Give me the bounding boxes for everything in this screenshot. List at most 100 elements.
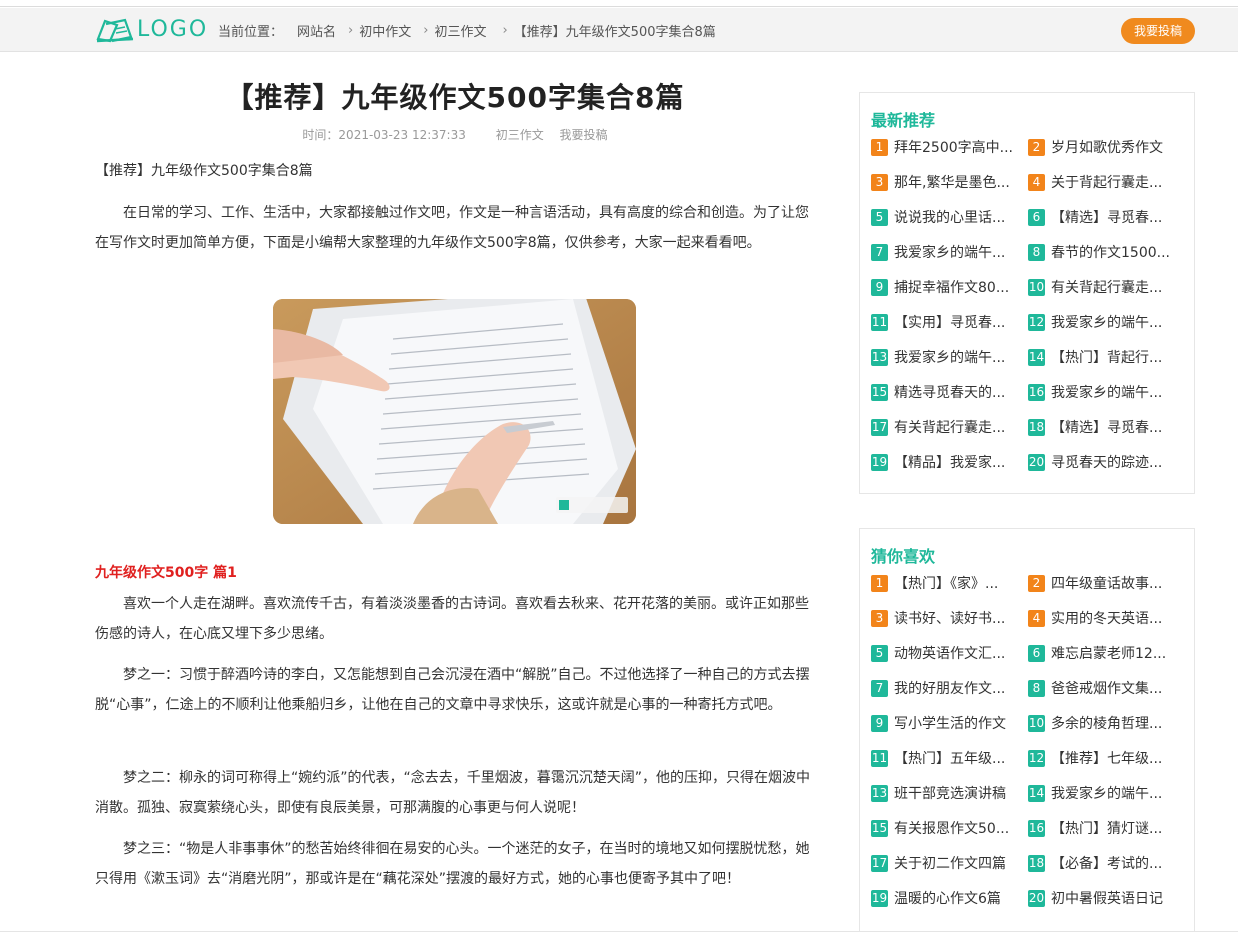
guess-you-like-item[interactable]: 17 关于初二作文四篇 — [871, 853, 1019, 873]
rank-badge: 8 — [1028, 243, 1045, 261]
article-paragraph-1: 喜欢一个人走在湖畔。喜欢流传千古，有着淡淡墨香的古诗词。喜欢看去秋来、花开花落的… — [95, 596, 809, 642]
guess-you-like-item[interactable]: 6 难忘启蒙老师12... — [1028, 643, 1176, 663]
guess-you-like-item-label: 温暖的心作文6篇 — [894, 891, 1001, 907]
rank-badge: 7 — [871, 679, 888, 697]
latest-recommend-item[interactable]: 1 拜年2500字高中... — [871, 137, 1019, 157]
guess-you-like-box: 猜你喜欢 1 【热门】《家》... 2 四年级童话故事... 3 读书好、读好书... 4 实… — [859, 528, 1195, 932]
breadcrumb-grade9-essay[interactable]: 初三作文 — [434, 21, 486, 40]
guess-you-like-item-label: 写小学生活的作文 — [894, 716, 1006, 732]
latest-recommend-item[interactable]: 13 我爱家乡的端午... — [871, 347, 1019, 367]
site-logo[interactable]: LOGO — [95, 16, 208, 44]
latest-recommend-item-label: 捕捉幸福作文80... — [894, 280, 1010, 296]
guess-you-like-item[interactable]: 5 动物英语作文汇... — [871, 643, 1019, 663]
guess-you-like-item[interactable]: 16 【热门】猜灯谜... — [1028, 818, 1176, 838]
latest-recommend-item[interactable]: 3 那年,繁华是墨色... — [871, 172, 1019, 192]
submit-article-button[interactable]: 我要投稿 — [1121, 18, 1195, 44]
guess-you-like-item[interactable]: 1 【热门】《家》... — [871, 573, 1019, 593]
rank-badge: 16 — [1028, 819, 1045, 837]
latest-recommend-item[interactable]: 10 有关背起行囊走... — [1028, 277, 1176, 297]
rank-badge: 5 — [871, 208, 888, 226]
section-title: 九年级作文500字 篇1 — [95, 565, 237, 581]
latest-recommend-item-label: 我爱家乡的端午... — [894, 350, 1006, 366]
breadcrumb-label: 当前位置： — [218, 25, 284, 40]
rank-badge: 17 — [871, 854, 888, 872]
latest-recommend-item[interactable]: 6 【精选】寻觅春... — [1028, 207, 1176, 227]
guess-you-like-item[interactable]: 20 初中暑假英语日记 — [1028, 888, 1176, 908]
rank-badge: 16 — [1028, 383, 1045, 401]
guess-you-like-item[interactable]: 8 爸爸戒烟作文集... — [1028, 678, 1176, 698]
breadcrumb: 当前位置： 网站名 › 初中作文 › 初三作文 › 【推荐】九年级作文500字集… — [218, 21, 716, 40]
latest-recommend-item[interactable]: 14 【热门】背起行... — [1028, 347, 1176, 367]
breadcrumb-current[interactable]: 【推荐】九年级作文500字集合8篇 — [514, 21, 716, 40]
breadcrumb-junior-essay[interactable]: 初中作文 — [359, 21, 411, 40]
guess-you-like-item[interactable]: 11 【热门】五年级... — [871, 748, 1019, 768]
rank-badge: 20 — [1028, 889, 1045, 907]
rank-badge: 1 — [871, 574, 888, 592]
article-meta: 时间：2021-03-23 12:37:33 初三作文 我要投稿 — [95, 126, 815, 143]
rank-badge: 6 — [1028, 644, 1045, 662]
latest-recommend-item[interactable]: 18 【精选】寻觅春... — [1028, 417, 1176, 437]
guess-you-like-item[interactable]: 15 有关报恩作文50... — [871, 818, 1019, 838]
rank-badge: 11 — [871, 749, 888, 767]
guess-you-like-title: 猜你喜欢 — [871, 547, 936, 566]
guess-you-like-item[interactable]: 7 我的好朋友作文... — [871, 678, 1019, 698]
rank-badge: 17 — [871, 418, 888, 436]
article-paragraph-4: 梦之三：“物是人非事事休”的愁苦始终徘徊在易安的心头。一个迷茫的女子，在当时的境… — [95, 841, 810, 887]
guess-you-like-item[interactable]: 10 多余的棱角哲理... — [1028, 713, 1176, 733]
latest-recommend-item[interactable]: 16 我爱家乡的端午... — [1028, 382, 1176, 402]
article-title: 【推荐】九年级作文500字集合8篇 — [225, 81, 685, 114]
rank-badge: 4 — [1028, 173, 1045, 191]
guess-you-like-item-label: 我爱家乡的端午... — [1051, 786, 1163, 802]
rank-badge: 4 — [1028, 609, 1045, 627]
guess-you-like-item[interactable]: 2 四年级童话故事... — [1028, 573, 1176, 593]
latest-recommend-item[interactable]: 4 关于背起行囊走... — [1028, 172, 1176, 192]
latest-recommend-item[interactable]: 11 【实用】寻觅春... — [871, 312, 1019, 332]
logo-text: LOGO — [137, 17, 209, 42]
latest-recommend-title: 最新推荐 — [871, 111, 936, 130]
rank-badge: 19 — [871, 453, 888, 471]
rank-badge: 11 — [871, 313, 888, 331]
latest-recommend-item[interactable]: 9 捕捉幸福作文80... — [871, 277, 1019, 297]
latest-recommend-item[interactable]: 7 我爱家乡的端午... — [871, 242, 1019, 262]
latest-recommend-item[interactable]: 2 岁月如歌优秀作文 — [1028, 137, 1176, 157]
top-border — [0, 0, 1238, 7]
guess-you-like-item[interactable]: 3 读书好、读好书... — [871, 608, 1019, 628]
guess-you-like-item[interactable]: 4 实用的冬天英语... — [1028, 608, 1176, 628]
rank-badge: 10 — [1028, 278, 1045, 296]
guess-you-like-item[interactable]: 19 温暖的心作文6篇 — [871, 888, 1019, 908]
article-time: 时间：2021-03-23 12:37:33 — [302, 128, 466, 142]
article-category-link[interactable]: 初三作文 — [496, 128, 544, 142]
breadcrumb-site[interactable]: 网站名 — [297, 21, 336, 40]
latest-recommend-item-label: 拜年2500字高中... — [894, 140, 1013, 156]
rank-badge: 13 — [871, 348, 888, 366]
latest-recommend-item-label: 岁月如歌优秀作文 — [1051, 140, 1163, 156]
rank-badge: 10 — [1028, 714, 1045, 732]
guess-you-like-item[interactable]: 13 班干部竞选演讲稿 — [871, 783, 1019, 803]
bottom-border — [0, 931, 1238, 932]
hand-writing-photo — [273, 299, 636, 524]
guess-you-like-item[interactable]: 12 【推荐】七年级... — [1028, 748, 1176, 768]
rank-badge: 7 — [871, 243, 888, 261]
guess-you-like-item-label: 【推荐】七年级... — [1051, 751, 1163, 767]
guess-you-like-item[interactable]: 14 我爱家乡的端午... — [1028, 783, 1176, 803]
latest-recommend-item-label: 我爱家乡的端午... — [1051, 315, 1163, 331]
latest-recommend-item[interactable]: 20 寻觅春天的踪迹... — [1028, 452, 1176, 472]
article-paragraph-3: 梦之二：柳永的词可称得上“婉约派”的代表，“念去去，千里烟波，暮霭沉沉楚天阔”，… — [95, 770, 811, 816]
latest-recommend-item[interactable]: 15 精选寻觅春天的... — [871, 382, 1019, 402]
latest-recommend-item-label: 寻觅春天的踪迹... — [1051, 455, 1163, 471]
guess-you-like-item-label: 关于初二作文四篇 — [894, 856, 1006, 872]
latest-recommend-item[interactable]: 12 我爱家乡的端午... — [1028, 312, 1176, 332]
guess-you-like-item[interactable]: 9 写小学生活的作文 — [871, 713, 1019, 733]
rank-badge: 9 — [871, 714, 888, 732]
article-submit-link[interactable]: 我要投稿 — [560, 128, 608, 142]
rank-badge: 19 — [871, 889, 888, 907]
guess-you-like-item[interactable]: 18 【必备】考试的... — [1028, 853, 1176, 873]
guess-you-like-item-label: 读书好、读好书... — [894, 611, 1006, 627]
latest-recommend-item[interactable]: 17 有关背起行囊走... — [871, 417, 1019, 437]
latest-recommend-item[interactable]: 5 说说我的心里话... — [871, 207, 1019, 227]
chevron-right-icon: › — [423, 23, 429, 38]
latest-recommend-item[interactable]: 19 【精品】我爱家... — [871, 452, 1019, 472]
latest-recommend-item[interactable]: 8 春节的作文1500... — [1028, 242, 1176, 262]
latest-recommend-item-label: 有关背起行囊走... — [894, 420, 1006, 436]
rank-badge: 5 — [871, 644, 888, 662]
